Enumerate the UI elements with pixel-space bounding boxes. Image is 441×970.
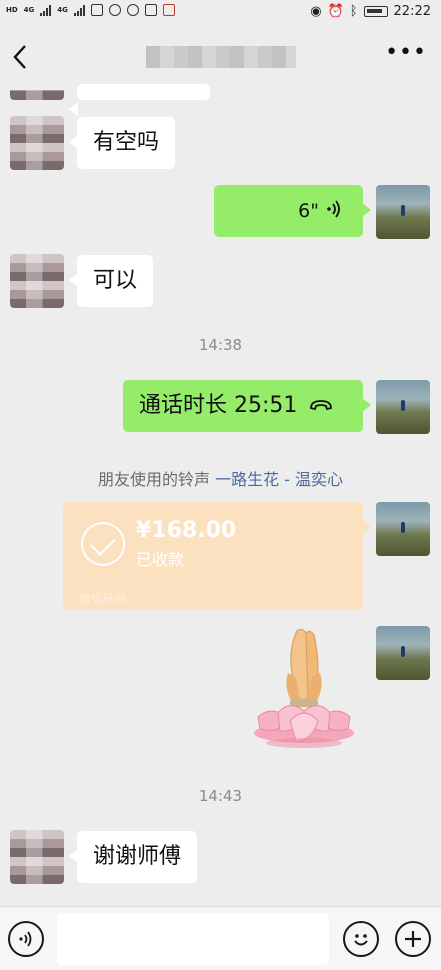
app-icon-2	[126, 4, 139, 16]
signal-icon-2	[73, 4, 85, 16]
bluetooth-icon: ᛒ	[349, 4, 358, 19]
voice-mode-icon[interactable]	[8, 921, 44, 957]
status-right-icons: ◉ ⏰ ᛒ 22:22	[310, 4, 431, 19]
message-bubble[interactable]: 谢谢师傅	[68, 831, 198, 883]
call-duration-text: 通话时长 25:51	[139, 393, 298, 418]
app-icon	[108, 4, 121, 16]
status-time: 22:22	[393, 4, 431, 19]
self-avatar[interactable]	[376, 502, 430, 556]
alarm-icon: ⏰	[327, 4, 344, 19]
input-bar	[0, 906, 441, 970]
plus-icon[interactable]	[395, 921, 431, 957]
check-circle-icon	[81, 522, 125, 566]
message-input[interactable]	[57, 913, 329, 965]
phone-hangup-icon	[309, 395, 333, 417]
self-avatar[interactable]	[376, 380, 430, 434]
praying-hands-lotus-sticker[interactable]	[250, 625, 358, 750]
transfer-status: 已收款	[136, 550, 185, 569]
emoji-icon[interactable]	[343, 921, 379, 957]
chat-header: •••	[0, 26, 441, 88]
message-bubble-cropped	[69, 84, 210, 116]
battery-icon	[363, 6, 388, 17]
message-text: 谢谢师傅	[93, 844, 182, 869]
eye-icon: ◉	[310, 4, 322, 19]
ringtone-prefix: 朋友使用的铃声	[97, 470, 210, 489]
status-bar: HD 4G 4G ◉ ⏰ ᛒ 22:22	[0, 0, 441, 26]
transfer-amount: ¥168.00	[136, 518, 237, 543]
transfer-card[interactable]: ¥168.00 已收款 微信转账	[63, 502, 371, 610]
app-icon-3	[162, 4, 175, 16]
friend-avatar[interactable]	[10, 830, 64, 884]
voice-duration: 6"	[298, 199, 319, 222]
self-avatar[interactable]	[376, 185, 430, 239]
timestamp: 14:38	[198, 336, 243, 354]
network-type-label: 4G	[23, 5, 35, 14]
friend-avatar[interactable]	[10, 254, 64, 308]
transfer-footer: 微信转账	[79, 592, 128, 606]
chevron-left-icon[interactable]	[12, 44, 28, 73]
signal-icon	[40, 4, 52, 16]
call-record-bubble[interactable]: 通话时长 25:51	[123, 380, 371, 432]
friend-avatar[interactable]	[10, 116, 64, 170]
ringtone-notice: 朋友使用的铃声 一路生花 - 温奕心	[0, 466, 441, 490]
upload-icon	[144, 4, 157, 16]
self-avatar[interactable]	[376, 626, 430, 680]
timestamp: 14:43	[198, 787, 243, 805]
message-text: 有空吗	[93, 130, 160, 155]
message-text: 可以	[93, 268, 138, 293]
mail-icon	[90, 4, 103, 16]
ringtone-song-link[interactable]: 一路生花 - 温奕心	[215, 470, 343, 489]
status-left-icons: HD 4G 4G	[6, 4, 175, 16]
more-icon[interactable]: •••	[385, 40, 427, 65]
message-bubble[interactable]: 可以	[68, 255, 154, 307]
voice-message-bubble[interactable]: 6"	[214, 185, 371, 237]
message-bubble[interactable]: 有空吗	[68, 117, 176, 169]
network-type-label-2: 4G	[57, 5, 68, 14]
chat-title	[146, 46, 296, 68]
hd-icon: HD	[6, 5, 18, 14]
voice-wave-icon	[327, 199, 341, 223]
